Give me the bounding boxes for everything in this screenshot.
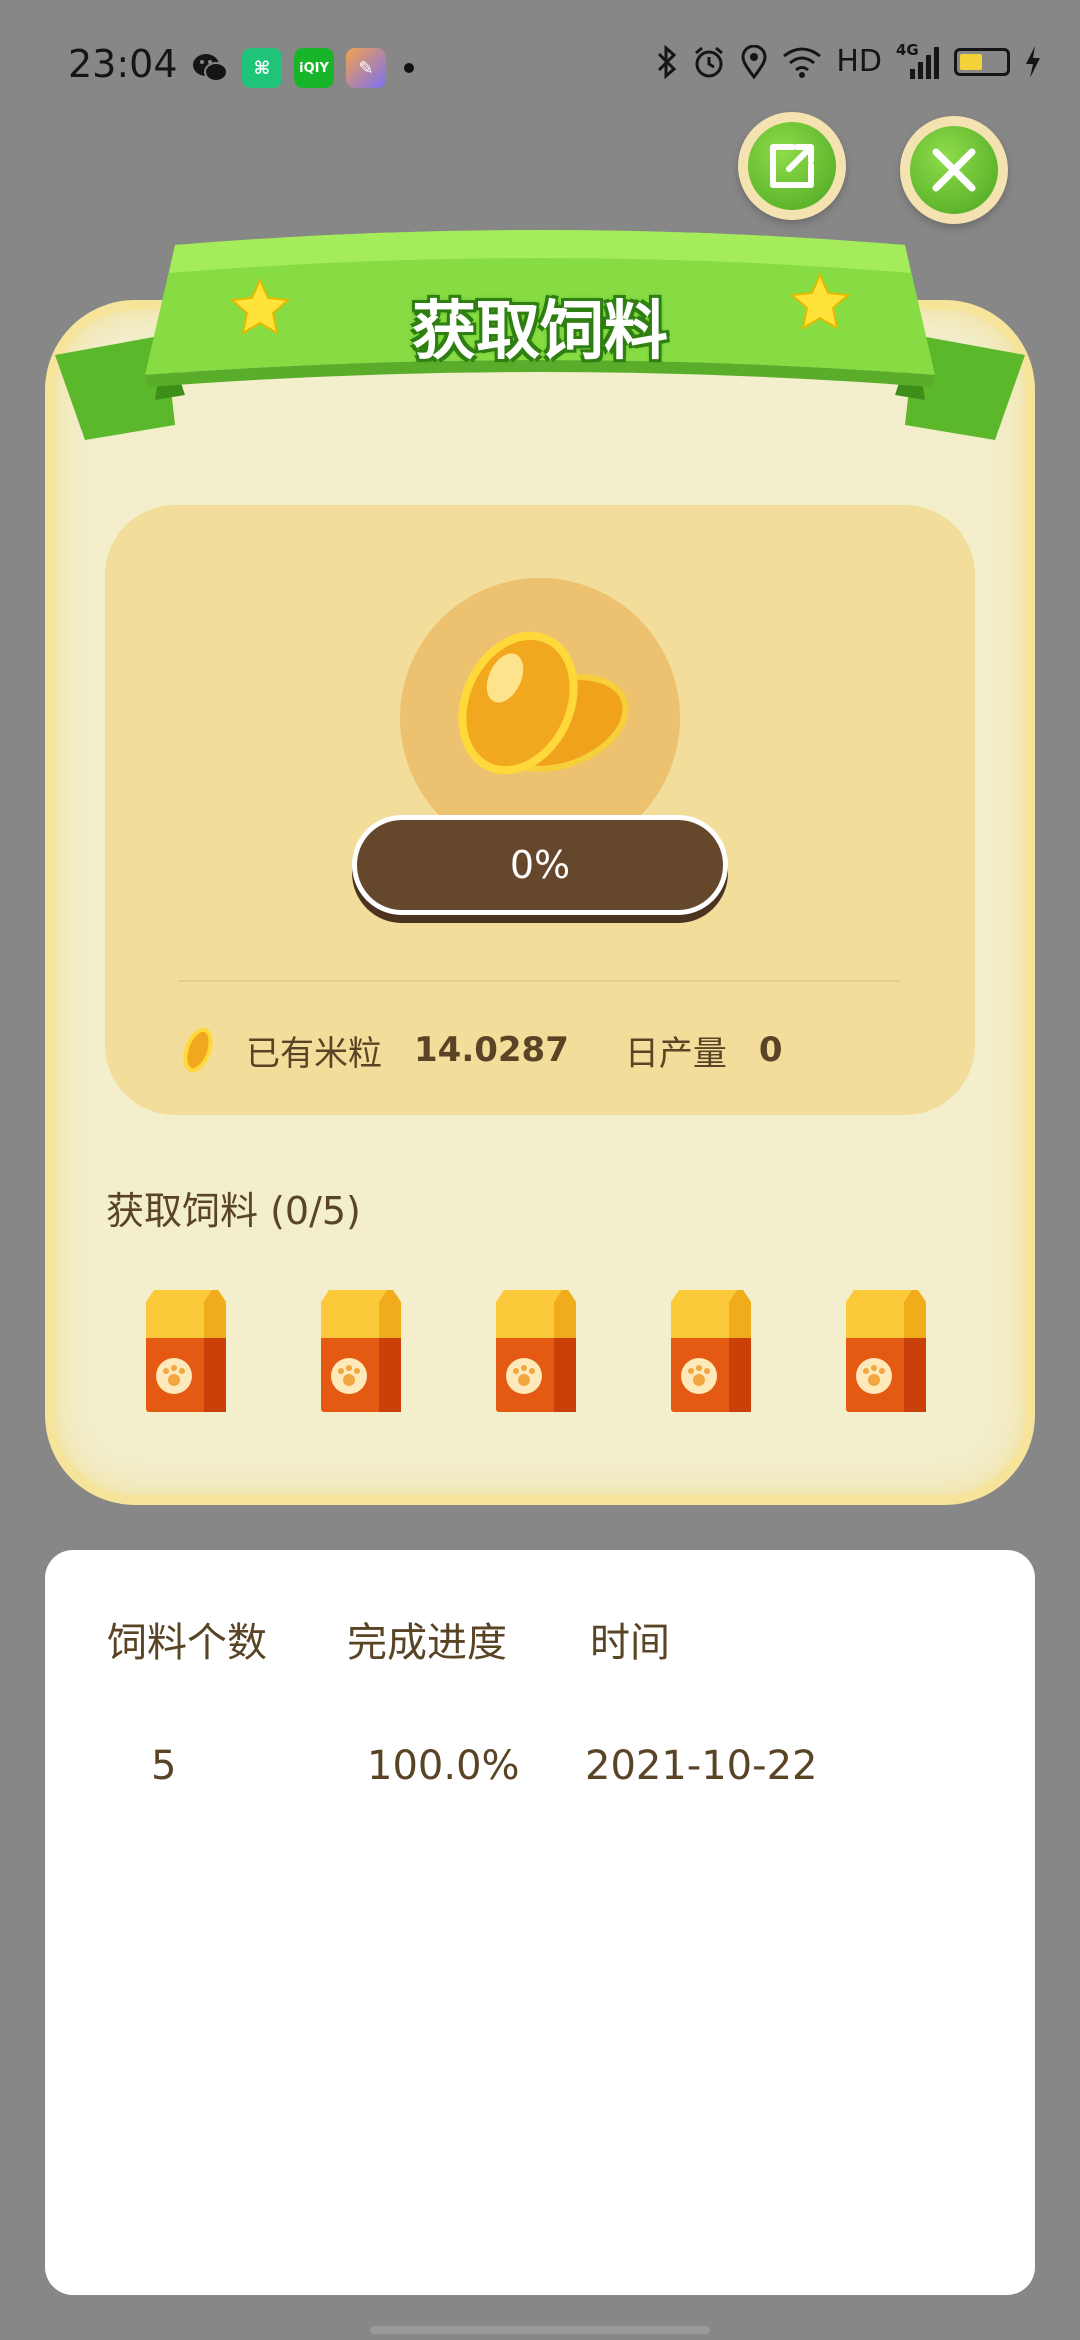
feed-bag-icon[interactable] <box>490 1290 582 1415</box>
alarm-icon <box>695 46 724 77</box>
table-header-progress: 完成进度 <box>347 1620 507 1666</box>
history-table: 饲料个数 完成进度 时间 5 100.0% 2021-10-22 <box>45 1550 1035 2295</box>
signal-icon: 4G <box>896 41 940 79</box>
stats-row: 已有米粒 14.0287 日产量 0 <box>180 1020 783 1080</box>
charging-icon <box>1026 45 1040 78</box>
feed-bag-icon[interactable] <box>315 1290 407 1415</box>
daily-value: 0 <box>758 1030 783 1070</box>
close-button[interactable] <box>900 116 1008 224</box>
rice-label: 已有米粒 <box>246 1033 382 1074</box>
wechat-icon <box>193 54 228 82</box>
iqiyi-icon: iQIY <box>294 48 334 88</box>
signal-label: 4G <box>896 40 919 59</box>
network-label: HD <box>836 44 882 79</box>
title-ribbon: 获取饲料 <box>55 225 1025 445</box>
status-bar: 23:04 ⌘ iQIY ✎ HD 4G <box>0 0 1080 130</box>
close-icon <box>932 148 976 192</box>
app-icon-green: ⌘ <box>242 48 282 88</box>
status-right: HD 4G <box>656 41 1042 79</box>
app-icon-gradient: ✎ <box>346 48 386 88</box>
share-button[interactable] <box>738 112 846 220</box>
bluetooth-icon <box>658 44 677 79</box>
progress-label: 0% <box>509 843 571 887</box>
share-icon <box>770 144 814 188</box>
table-header-time: 时间 <box>590 1620 670 1666</box>
feed-title: 获取饲料 (0/5) <box>106 1189 361 1233</box>
notification-icons: ⌘ iQIY ✎ <box>190 48 414 88</box>
progress-pill: 0% <box>352 815 728 915</box>
divider <box>178 980 900 982</box>
location-icon <box>741 44 767 79</box>
feed-bag-icon[interactable] <box>665 1290 757 1415</box>
battery-icon <box>954 47 1010 76</box>
more-notifications-dot <box>404 63 414 73</box>
daily-label: 日产量 <box>624 1033 727 1074</box>
rice-small-icon <box>183 1027 213 1073</box>
feed-bag-icon[interactable] <box>140 1290 232 1415</box>
wifi-icon <box>783 47 822 78</box>
table-header-count: 饲料个数 <box>107 1620 267 1666</box>
page-title: 获取饲料 <box>412 295 668 369</box>
table-cell-time: 2021-10-22 <box>585 1743 818 1789</box>
feed-bag-icon[interactable] <box>840 1290 932 1415</box>
home-indicator[interactable] <box>370 2326 710 2334</box>
status-time: 23:04 <box>68 42 178 86</box>
feed-bags <box>140 1290 940 1420</box>
table-cell-count: 5 <box>151 1743 177 1789</box>
table-cell-progress: 100.0% <box>367 1743 520 1789</box>
rice-value: 14.0287 <box>414 1030 569 1070</box>
